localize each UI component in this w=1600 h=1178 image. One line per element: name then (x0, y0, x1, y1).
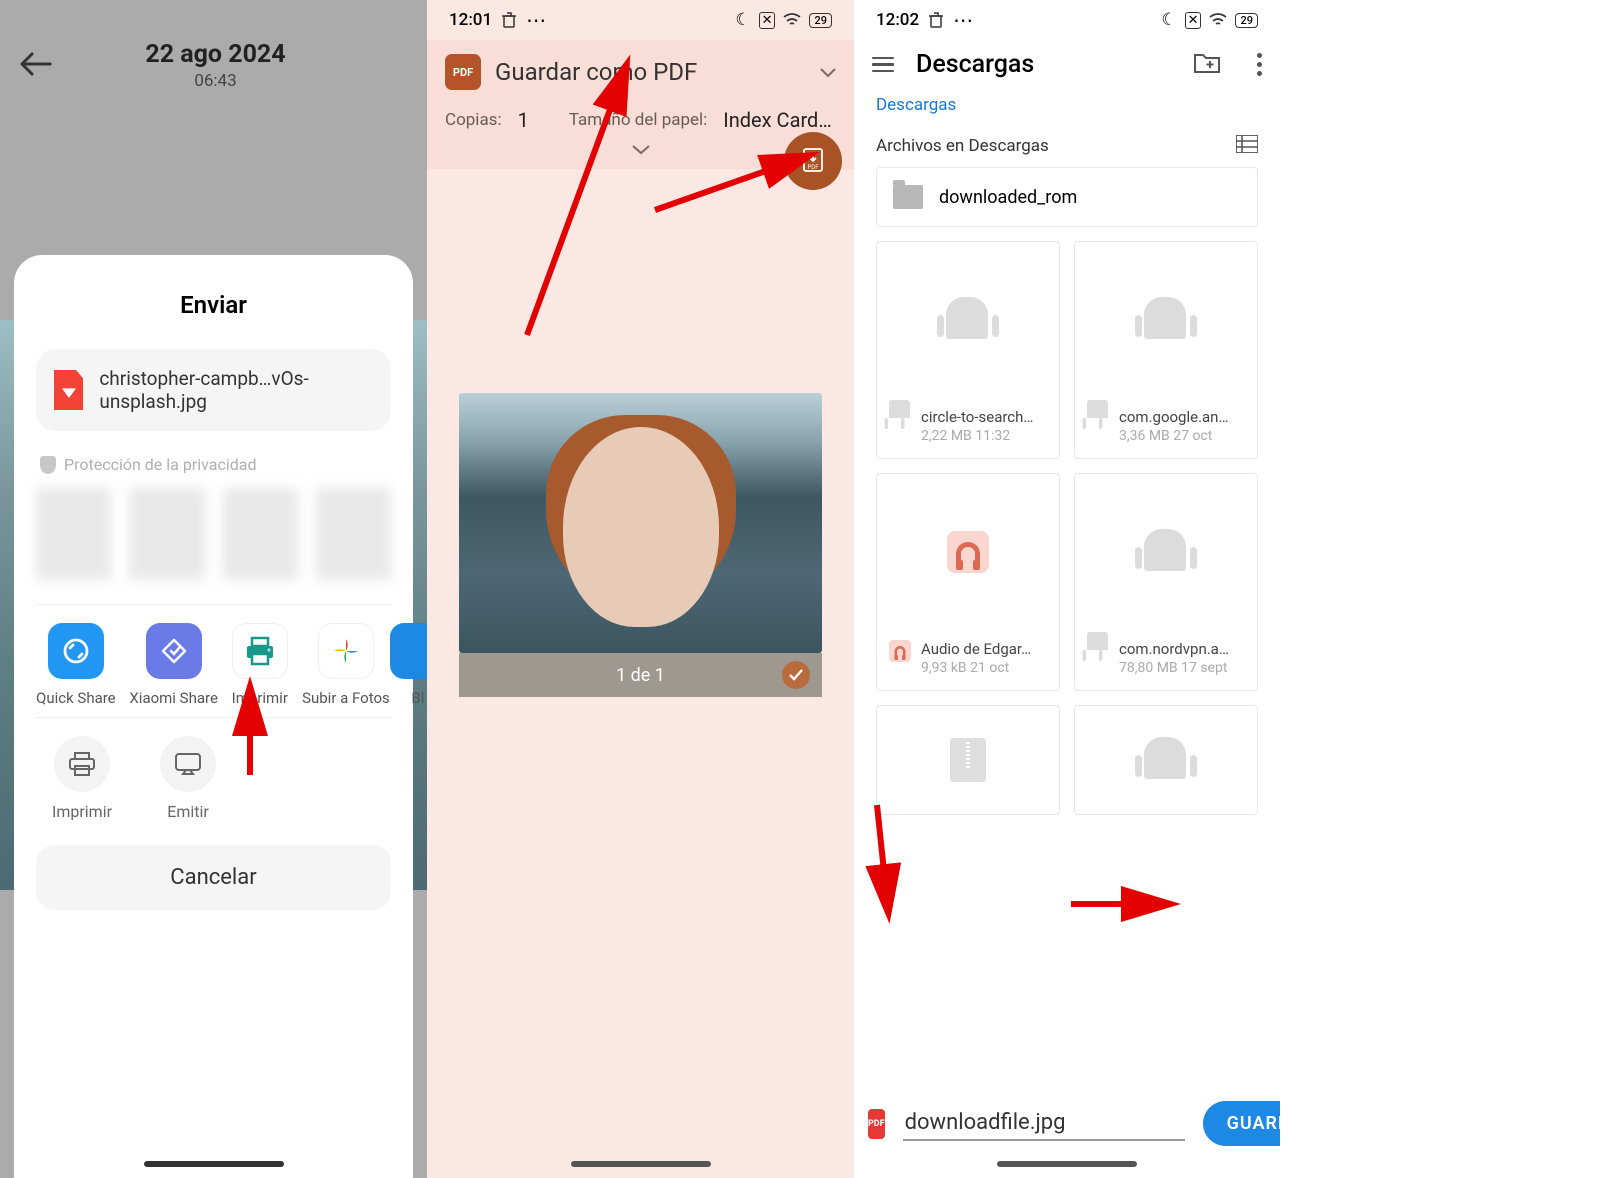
paper-size-value[interactable]: Index Card… (723, 108, 831, 132)
app-more[interactable]: Bl (404, 623, 427, 707)
shared-file-row[interactable]: christopher-campb…vOs-unsplash.jpg (36, 349, 391, 431)
home-indicator (571, 1161, 711, 1167)
cancel-button[interactable]: Cancelar (36, 845, 391, 910)
app-print[interactable]: Imprimir (232, 623, 288, 707)
contact-avatar[interactable] (316, 488, 391, 580)
screen-file-picker: 12:02 ⋯ ☾ ✕ 29 Descargas Descargas Archi… (854, 0, 1280, 1178)
status-bar: 12:02 ⋯ ☾ ✕ 29 (854, 0, 1280, 40)
home-indicator (997, 1161, 1137, 1167)
contact-avatar[interactable] (223, 488, 298, 580)
android-icon (889, 408, 900, 419)
print-destination[interactable]: Guardar como PDF (495, 58, 697, 86)
status-bar: 12:01 ⋯ ☾ ✕ 29 (427, 0, 854, 40)
xiaomi-share-icon (146, 623, 202, 679)
battery-icon: 29 (809, 13, 832, 28)
header-date: 22 ago 2024 (22, 40, 409, 69)
home-indicator (144, 1161, 284, 1167)
file-item[interactable]: circle-to-search…2,22 MB 11:32 (876, 241, 1060, 459)
cast-icon (160, 736, 216, 792)
archive-icon (950, 738, 986, 782)
google-photos-icon (318, 623, 374, 679)
svg-text:PDF: PDF (807, 164, 819, 171)
wifi-icon (783, 13, 801, 27)
trash-icon (929, 12, 943, 28)
contact-avatar[interactable] (129, 488, 204, 580)
breadcrumb[interactable]: Descargas (854, 89, 1280, 135)
pdf-badge-icon: PDF (445, 54, 481, 90)
shared-file-name: christopher-campb…vOs-unsplash.jpg (99, 367, 373, 413)
save-button[interactable]: GUARDAR (1203, 1101, 1280, 1146)
android-icon (1144, 295, 1188, 345)
section-title: Archivos en Descargas (876, 136, 1049, 156)
quick-share-icon (48, 623, 104, 679)
privacy-notice: Protección de la privacidad (40, 455, 387, 474)
audio-icon (889, 640, 911, 662)
dnd-icon: ☾ (735, 10, 750, 30)
file-item[interactable] (876, 705, 1060, 815)
expand-options[interactable] (445, 140, 836, 159)
dropdown-arrow-icon[interactable] (820, 63, 836, 82)
system-cast[interactable]: Emitir (160, 736, 216, 821)
app-google-photos[interactable]: Subir a Fotos (306, 623, 386, 707)
header-time: 06:43 (22, 71, 409, 91)
wifi-icon (1209, 13, 1227, 27)
app-quick-share[interactable]: Quick Share (36, 623, 116, 707)
vibrate-icon: ✕ (1185, 12, 1202, 29)
android-icon (1144, 527, 1188, 577)
shield-icon (40, 456, 56, 474)
app-xiaomi-share[interactable]: Xiaomi Share (134, 623, 214, 707)
share-sheet: Enviar christopher-campb…vOs-unsplash.jp… (14, 255, 413, 1178)
copies-label: Copias: (445, 110, 502, 130)
folder-icon (893, 185, 923, 209)
pdf-file-icon: PDF (868, 1109, 885, 1139)
page-title: Descargas (916, 50, 1171, 79)
system-print[interactable]: Imprimir (52, 736, 112, 821)
dnd-icon: ☾ (1161, 10, 1176, 30)
overflow-menu[interactable] (1257, 53, 1262, 76)
vibrate-icon: ✕ (759, 12, 776, 29)
android-icon (1087, 640, 1098, 651)
android-icon (1144, 735, 1188, 785)
filename-input[interactable] (903, 1106, 1185, 1141)
battery-icon: 29 (1235, 13, 1258, 28)
file-item[interactable]: Audio de Edgar…9,93 kB 21 oct (876, 473, 1060, 691)
trash-icon (502, 12, 516, 28)
audio-icon (947, 531, 989, 573)
folder-name: downloaded_rom (939, 187, 1077, 208)
image-file-icon (54, 370, 83, 410)
new-folder-button[interactable] (1193, 51, 1221, 79)
print-preview[interactable]: 1 de 1 (459, 393, 822, 697)
preview-image (459, 393, 822, 653)
file-item[interactable]: com.google.an…3,36 MB 27 oct (1074, 241, 1258, 459)
print-icon (232, 623, 288, 679)
paper-size-label: Tamaño del papel: (569, 110, 707, 130)
folder-item[interactable]: downloaded_rom (876, 167, 1258, 227)
screen-share-sheet: 22 ago 2024 06:43 Enviar christopher-cam… (0, 0, 427, 1178)
android-icon (946, 295, 990, 345)
screen-print-preview: 12:01 ⋯ ☾ ✕ 29 PDF Guardar como PDF Copi… (427, 0, 854, 1178)
more-icon: ⋯ (526, 8, 548, 32)
file-item[interactable] (1074, 705, 1258, 815)
sheet-title: Enviar (36, 291, 391, 319)
copies-value[interactable]: 1 (518, 108, 529, 132)
page-selected-check-icon[interactable] (782, 661, 810, 689)
view-toggle-list[interactable] (1236, 135, 1258, 157)
android-icon (1087, 408, 1098, 419)
file-item[interactable]: com.nordvpn.a…78,80 MB 17 sept (1074, 473, 1258, 691)
page-indicator: 1 de 1 (616, 665, 665, 686)
status-time: 12:02 (876, 10, 919, 30)
app-icon (390, 623, 427, 679)
more-icon: ⋯ (953, 8, 975, 32)
status-time: 12:01 (449, 10, 492, 30)
save-pdf-button[interactable]: PDF (784, 132, 842, 190)
hamburger-menu[interactable] (872, 57, 894, 73)
contacts-row (36, 488, 391, 580)
contact-avatar[interactable] (36, 488, 111, 580)
print-icon (54, 736, 110, 792)
